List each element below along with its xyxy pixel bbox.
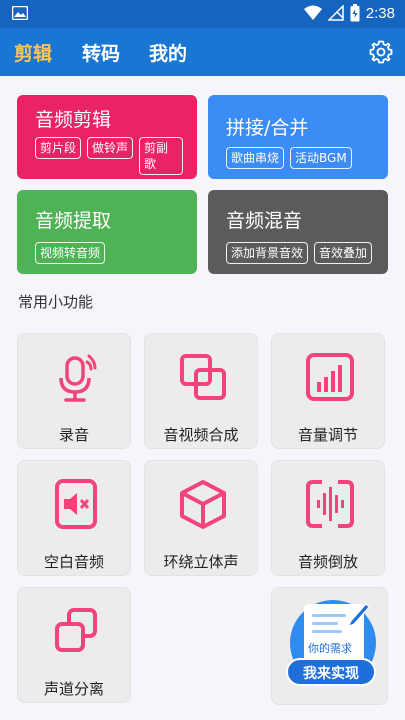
card-title: 音频提取 [35,210,112,232]
card-audio-edit[interactable]: 音频剪辑 剪片段 做铃声 剪副歌 [17,95,197,179]
tool-av-compose[interactable]: 音视频合成 [144,333,258,449]
tool-label: 音频倒放 [297,553,358,571]
card-title: 音频剪辑 [35,109,112,131]
tool-label: 音量调节 [297,426,358,444]
microphone-icon [59,354,97,402]
tag-make-ringtone[interactable]: 做铃声 [87,137,134,159]
tag-video-to-audio[interactable]: 视频转音频 [35,242,106,264]
tool-surround[interactable]: 环绕立体声 [144,460,258,576]
tool-blank-audio[interactable]: 空白音频 [17,460,131,576]
image-notification-icon [12,6,28,20]
volume-bars-icon [306,353,354,401]
tag-song-medley[interactable]: 歌曲串烧 [226,147,285,169]
card-audio-mix[interactable]: 音频混音 添加背景音效 音效叠加 [208,190,388,274]
tab-transcode[interactable]: 转码 [82,39,120,66]
card-join-merge[interactable]: 拼接/合并 歌曲串烧 活动BGM [208,95,388,179]
card-title: 音频混音 [226,210,303,232]
tag-cut-segment[interactable]: 剪片段 [35,137,82,159]
card-title: 拼接/合并 [226,117,309,139]
tab-mine[interactable]: 我的 [149,39,187,66]
tag-sfx-overlay[interactable]: 音效叠加 [314,242,373,264]
tool-label: 声道分离 [43,680,104,698]
battery-charging-icon [350,4,360,22]
cube-icon [180,480,226,529]
tag-add-background-sfx[interactable]: 添加背景音效 [226,242,309,264]
waveform-icon [306,480,354,528]
card-audio-extract[interactable]: 音频提取 视频转音频 [17,190,197,274]
status-bar: 2:38 [0,0,405,28]
promo-cta: 我来实现 [286,658,376,686]
tool-label: 环绕立体声 [163,553,239,571]
tag-cut-chorus[interactable]: 剪副歌 [139,137,184,175]
tool-reverse[interactable]: 音频倒放 [271,460,385,576]
mute-doc-icon [55,479,97,529]
overlap-squares-icon [180,354,226,400]
request-feature-banner[interactable]: 你的需求 我来实现 [271,587,388,705]
tool-label: 音视频合成 [163,426,239,444]
promo-needs-text: 你的需求 [308,642,352,655]
tool-volume-adjust[interactable]: 音量调节 [271,333,385,449]
tool-label: 录音 [58,426,89,444]
status-time: 2:38 [365,4,395,22]
tag-event-bgm[interactable]: 活动BGM [290,147,352,169]
no-signal-icon [327,5,344,21]
app-bar: 剪辑 转码 我的 [0,28,405,76]
split-squares-icon [55,608,97,652]
tool-record[interactable]: 录音 [17,333,131,449]
tool-channel-split[interactable]: 声道分离 [17,587,131,703]
tab-edit[interactable]: 剪辑 [14,39,52,66]
wifi-icon [303,5,322,20]
pen-icon [348,603,370,627]
section-title: 常用小功能 [18,293,94,311]
gear-icon[interactable] [369,40,393,64]
tool-label: 空白音频 [43,553,104,571]
